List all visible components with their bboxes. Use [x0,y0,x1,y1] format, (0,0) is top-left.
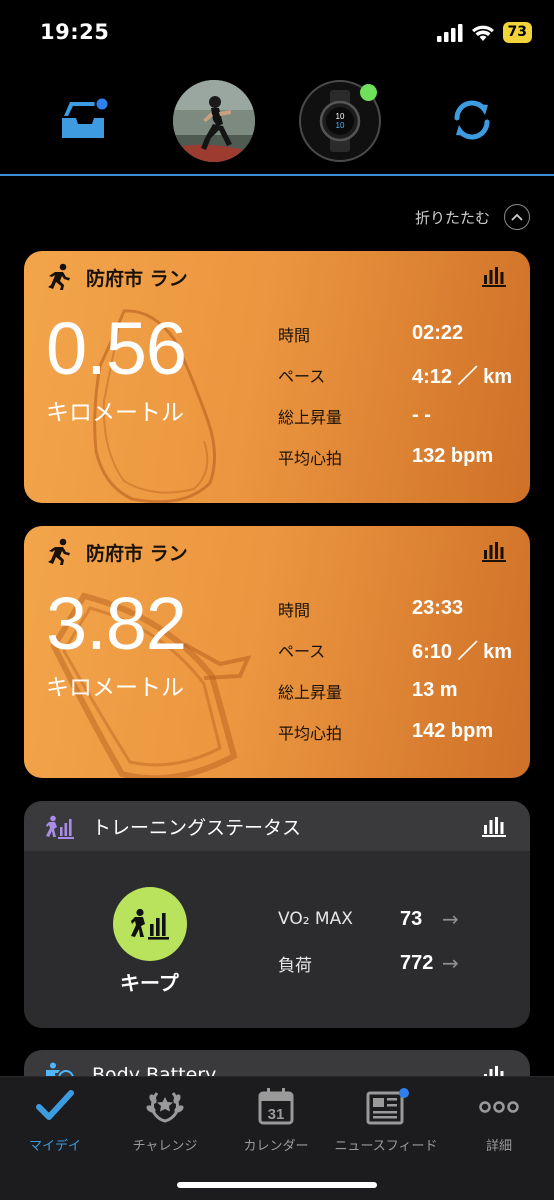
activity-stats: 時間 02:22 ペース 4:12 ／ km 総上昇量 - - 平均心拍 132 bpm [278,313,528,477]
running-icon [48,263,70,290]
runner-photo [173,80,255,162]
stat-ascent: 総上昇量 - - [278,395,528,436]
stat-heart-rate: 平均心拍 132 bpm [278,436,528,477]
sync-button[interactable] [448,96,496,144]
collapse-label: 折りたたむ [414,208,490,227]
distance-unit: キロメートル [46,400,184,426]
more-icon [479,1101,519,1113]
training-status-title: トレーニングステータス [92,817,302,839]
tab-my-day[interactable]: マイデイ [0,1087,110,1154]
signal-icon [436,23,463,42]
arrow-right-icon: → [442,951,459,975]
stat-label: 時間 [278,600,311,620]
tab-label: ニュースフィード [334,1139,438,1154]
tab-label: カレンダー [243,1139,309,1154]
activity-card[interactable]: 防府市 ラン 0.56 キロメートル 時間 02:22 ペース 4:12 ／ km … [24,251,530,503]
activity-card[interactable]: 防府市 ラン 3.82 キロメートル 時間 23:33 ペース 6:10 ／ km … [24,526,530,778]
activity-title: 防府市 ラン [86,542,188,565]
stat-heart-rate: 平均心拍 142 bpm [278,711,528,752]
home-indicator[interactable] [177,1182,377,1188]
stat-label: ペース [278,366,326,386]
stat-label: 平均心拍 [278,723,343,743]
tab-label: マイデイ [28,1139,81,1154]
tab-challenges[interactable]: チャレンジ [110,1087,220,1154]
svg-text:10: 10 [336,121,345,130]
profile-avatar[interactable] [173,80,255,162]
stat-value: - - [412,404,431,426]
stat-value: 23:33 [412,597,464,619]
stat-time: 時間 02:22 [278,313,528,354]
top-nav: 10 10 [0,72,554,176]
stat-value: 73 [400,907,423,930]
wifi-icon [471,25,494,41]
training-stats: VO₂ MAX 73 → 負荷 772 → [278,897,459,985]
bottom-tab-bar: マイデイ チャレンジ 31 カレンダー ニュースフィード 詳細 [0,1076,554,1200]
collapse-toggle[interactable]: 折りたたむ [415,204,530,230]
arrow-right-icon: → [442,907,459,931]
stat-pace: ペース 6:10 ／ km [278,629,528,670]
check-icon [36,1090,74,1120]
distance-unit: キロメートル [46,675,184,701]
stat-pace: ペース 4:12 ／ km [278,354,528,395]
stat-label: 負荷 [278,955,312,976]
distance-value: 3.82 [46,582,187,665]
training-status-icon [46,815,74,839]
stat-label: 平均心拍 [278,448,343,468]
calendar-day: 31 [268,1106,285,1123]
stat-label: ペース [278,641,326,661]
tab-newsfeed[interactable]: ニュースフィード [331,1087,441,1154]
stat-value: 4:12 ／ km [412,366,513,388]
sync-icon [454,100,490,140]
training-status-header: トレーニングステータス [24,801,530,851]
distance-value: 0.56 [46,307,187,390]
stat-ascent: 総上昇量 13 m [278,670,528,711]
device-button[interactable]: 10 10 [299,80,381,162]
bar-chart-icon[interactable] [482,540,506,562]
stat-label: 総上昇量 [278,682,343,702]
activity-stats: 時間 23:33 ペース 6:10 ／ km 総上昇量 13 m 平均心拍 142 bp… [278,588,528,752]
running-icon [48,538,70,565]
training-status-card[interactable]: トレーニングステータス キープ VO₂ MAX 73 → 負荷 772 → [24,801,530,1028]
tab-label: 詳細 [485,1139,512,1154]
calendar-icon: 31 [258,1088,294,1125]
training-status-state: キープ [120,971,179,995]
chevron-up-icon[interactable] [504,204,530,230]
training-status-badge [113,887,187,961]
stat-value: 132 bpm [412,445,494,467]
tab-label: チャレンジ [132,1139,198,1154]
activity-title: 防府市 ラン [86,267,188,290]
battery-indicator: 73 [502,22,532,43]
bar-chart-icon[interactable] [482,815,506,837]
laurel-icon [146,1092,184,1123]
svg-text:10: 10 [336,112,345,121]
stat-label: VO₂ MAX [278,909,353,929]
stat-label: 時間 [278,325,311,345]
status-bar: 19:25 73 [0,0,554,64]
stat-value: 6:10 ／ km [412,641,513,663]
stat-value: 02:22 [412,322,464,344]
tab-calendar[interactable]: 31 カレンダー [221,1087,331,1154]
stat-label: 総上昇量 [278,407,343,427]
activity-header: 防府市 ラン [46,263,188,291]
device-connected-indicator [360,84,377,101]
activity-header: 防府市 ラン [46,538,188,566]
training-load-row[interactable]: 負荷 772 → [278,941,459,985]
stat-time: 時間 23:33 [278,588,528,629]
stat-value: 772 [400,951,434,974]
newspaper-icon [366,1088,409,1125]
status-time: 19:25 [40,20,110,44]
tab-more[interactable]: 詳細 [444,1087,554,1154]
vo2max-row[interactable]: VO₂ MAX 73 → [278,897,459,941]
inbox-icon [62,96,110,138]
stat-value: 142 bpm [412,720,494,742]
stat-value: 13 m [412,679,458,701]
status-indicators: 73 [436,22,532,43]
inbox-button[interactable] [60,96,112,142]
training-status-icon [131,908,169,940]
bar-chart-icon[interactable] [482,265,506,287]
